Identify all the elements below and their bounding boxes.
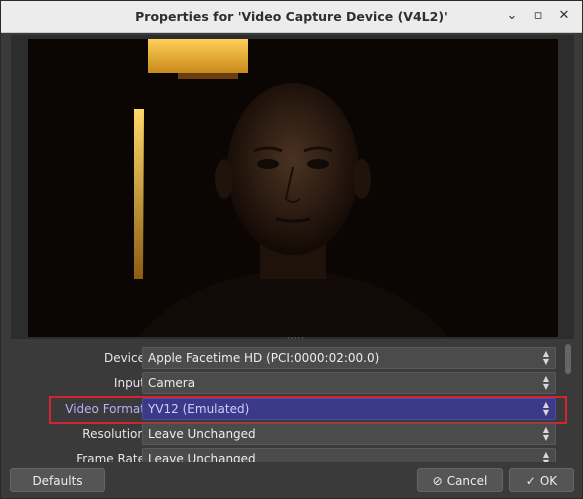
- resolution-select[interactable]: Leave Unchanged ▲ ▼: [142, 423, 556, 445]
- cancel-button[interactable]: ⊘ Cancel: [417, 468, 503, 492]
- camera-preview-image: [28, 39, 558, 337]
- defaults-label: Defaults: [32, 474, 83, 488]
- frame-rate-select[interactable]: Leave Unchanged ▲▼: [142, 448, 556, 462]
- device-select[interactable]: Apple Facetime HD (PCI:0000:02:00.0) ▲ ▼: [142, 347, 556, 369]
- highlight-box: [49, 396, 567, 424]
- cancel-icon: ⊘: [432, 474, 443, 488]
- window-title: Properties for 'Video Capture Device (V4…: [135, 9, 448, 24]
- properties-dialog: Properties for 'Video Capture Device (V4…: [0, 0, 583, 499]
- ok-label: OK: [539, 474, 558, 488]
- scrollbar-thumb[interactable]: [565, 344, 571, 374]
- title-bar: Properties for 'Video Capture Device (V4…: [1, 1, 582, 33]
- frame-rate-value: Leave Unchanged: [148, 452, 256, 462]
- resolution-label: Resolution: [82, 427, 145, 441]
- input-select[interactable]: Camera ▲ ▼: [142, 372, 556, 394]
- splitter-handle[interactable]: ·····: [287, 335, 304, 343]
- ok-button[interactable]: ✓ OK: [509, 468, 574, 492]
- preview-area: [11, 35, 574, 339]
- frame-rate-row: Frame Rate Leave Unchanged ▲▼: [11, 448, 559, 462]
- device-value: Apple Facetime HD (PCI:0000:02:00.0): [148, 351, 380, 365]
- input-value: Camera: [148, 376, 196, 390]
- frame-rate-label: Frame Rate: [76, 452, 145, 462]
- close-icon[interactable]: ✕: [554, 7, 574, 25]
- checkmark-icon: ✓: [525, 474, 536, 488]
- device-label: Device: [103, 351, 145, 365]
- minimize-icon[interactable]: ⌄: [502, 7, 522, 25]
- input-row: Input Camera ▲ ▼: [11, 372, 559, 394]
- updown-arrows-icon: ▲▼: [542, 349, 550, 366]
- updown-arrows-icon: ▲▼: [542, 425, 550, 442]
- updown-arrows-icon: ▲▼: [542, 450, 550, 463]
- defaults-button[interactable]: Defaults: [10, 468, 105, 492]
- device-row: Device Apple Facetime HD (PCI:0000:02:00…: [11, 347, 559, 369]
- input-label: Input: [113, 376, 145, 390]
- resolution-row: Resolution Leave Unchanged ▲ ▼: [11, 423, 559, 445]
- cancel-label: Cancel: [446, 474, 488, 488]
- maximize-icon[interactable]: ▫: [528, 7, 548, 25]
- resolution-value: Leave Unchanged: [148, 427, 256, 441]
- camera-preview: [28, 39, 558, 337]
- properties-scrollbar[interactable]: [564, 342, 573, 462]
- updown-arrows-icon: ▲▼: [542, 374, 550, 391]
